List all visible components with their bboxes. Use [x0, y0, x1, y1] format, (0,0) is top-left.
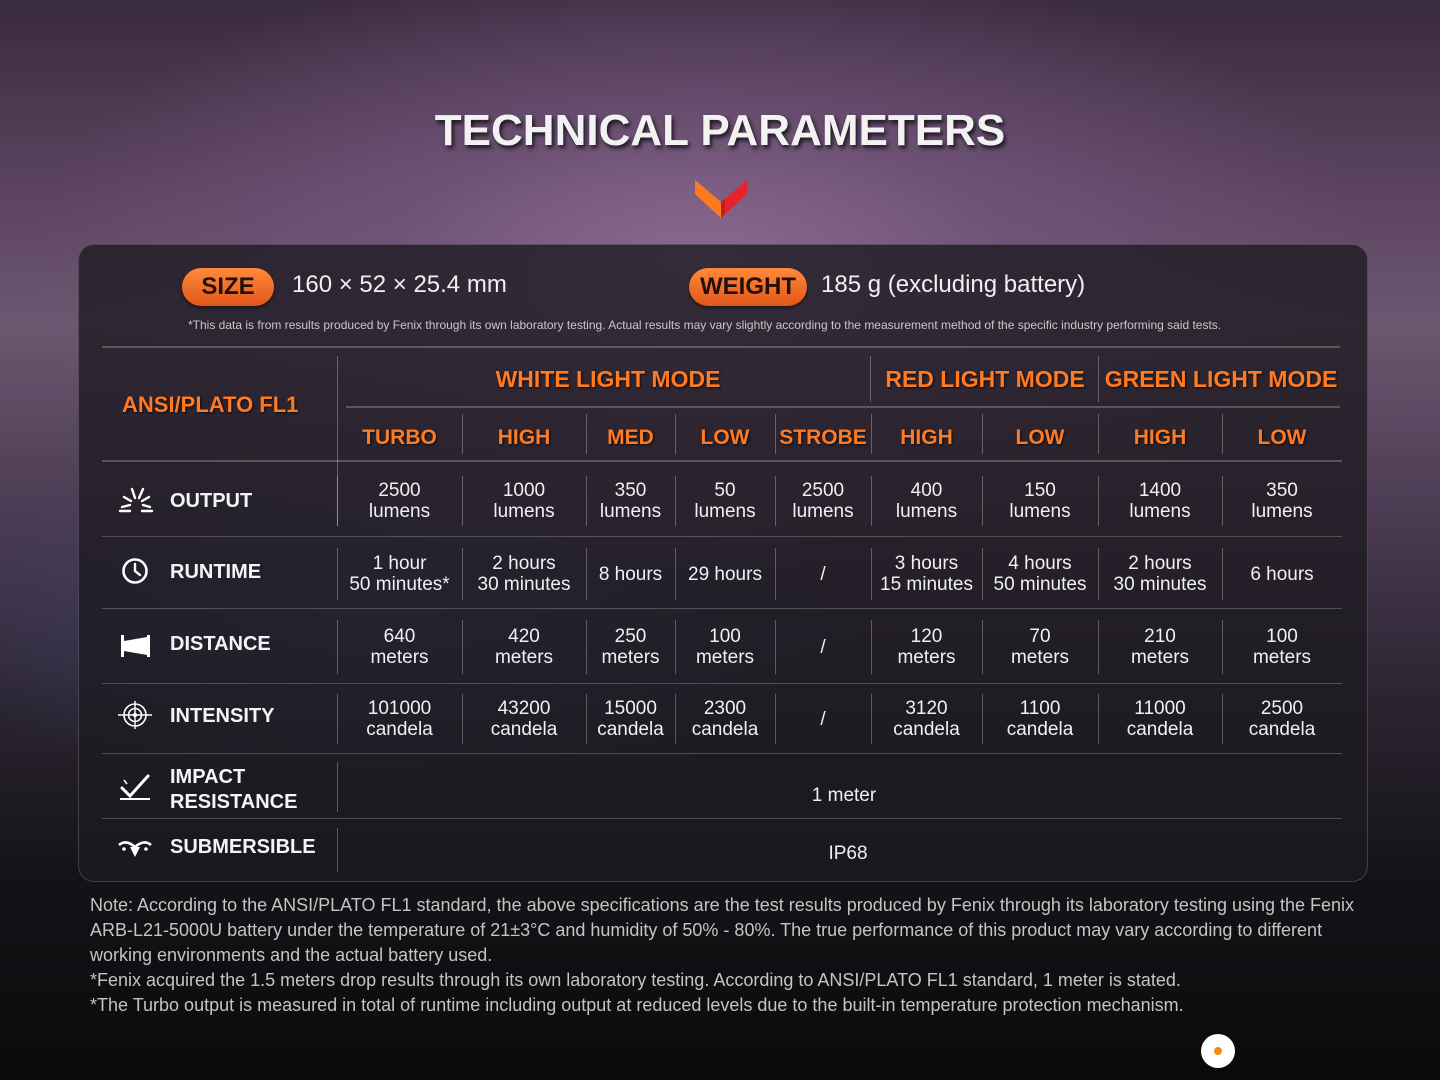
table-cell: 3 hours 15 minutes — [880, 553, 973, 595]
clock-icon — [122, 558, 148, 584]
table-cell: 29 hours — [688, 563, 762, 585]
table-cell: 50 lumens — [694, 480, 756, 522]
table-cell: 350 lumens — [1251, 480, 1313, 522]
divider — [102, 536, 1342, 537]
table-cell: 70 meters — [1010, 626, 1070, 668]
table-cell: 101000 candela — [366, 698, 433, 740]
table-cell: 2300 candela — [691, 698, 759, 740]
weight-value: 185 g (excluding battery) — [821, 271, 1086, 298]
submode-header: HIGH — [497, 426, 551, 449]
page-title: TECHNICAL PARAMETERS — [434, 106, 1006, 155]
submode-header: MED — [607, 426, 654, 449]
impact-value: 1 meter — [811, 784, 877, 806]
size-badge: SIZE — [182, 268, 274, 306]
note-turbo: *The Turbo output is measured in total o… — [90, 995, 1184, 1015]
table-cell: 2 hours 30 minutes — [477, 553, 571, 595]
mode-red: RED LIGHT MODE — [885, 366, 1085, 392]
table-cell: 4 hours 50 minutes — [993, 553, 1087, 595]
divider — [102, 753, 1342, 754]
table-cell: 420 meters — [494, 626, 554, 668]
row-label-impact: IMPACT RESISTANCE — [170, 766, 298, 813]
divider — [870, 356, 871, 402]
burst-icon — [118, 487, 154, 513]
submode-header: STROBE — [779, 426, 867, 449]
submersible-value: IP68 — [828, 842, 868, 864]
submode-header: LOW — [1015, 426, 1065, 449]
divider — [1098, 356, 1099, 402]
mode-white: WHITE LIGHT MODE — [495, 366, 721, 392]
submode-header: LOW — [1257, 426, 1307, 449]
table-cell: 150 lumens — [1009, 480, 1071, 522]
mode-green: GREEN LIGHT MODE — [1104, 366, 1338, 392]
table-cell: 1 hour 50 minutes* — [349, 553, 450, 595]
divider — [102, 683, 1342, 684]
table-cell: 43200 candela — [490, 698, 558, 740]
divider — [346, 406, 1340, 408]
table-cell: 2500 candela — [1248, 698, 1316, 740]
divider — [102, 346, 1340, 348]
scroll-top-button[interactable] — [1201, 1034, 1235, 1068]
divider — [102, 460, 1342, 462]
table-cell: 100 meters — [695, 626, 755, 668]
submode-header: LOW — [700, 426, 750, 449]
table-cell: 1400 lumens — [1129, 480, 1191, 522]
column-divider — [337, 762, 338, 812]
table-cell: 8 hours — [598, 563, 663, 585]
table-cell: 1100 candela — [1006, 698, 1074, 740]
row-label-submersible: SUBMERSIBLE — [170, 836, 316, 858]
row-label-intensity: INTENSITY — [170, 705, 275, 727]
table-cell: / — [820, 563, 826, 585]
disclaimer-text: *This data is from results produced by F… — [188, 318, 1222, 332]
table-cell: 210 meters — [1130, 626, 1190, 668]
table-cell: 2500 lumens — [792, 480, 854, 522]
table-cell: 15000 candela — [597, 698, 664, 740]
table-cell: 2500 lumens — [368, 480, 431, 522]
table-cell: 640 meters — [370, 626, 429, 668]
divider — [102, 818, 1342, 819]
table-cell: 100 meters — [1252, 626, 1312, 668]
table-cell: 1000 lumens — [493, 480, 555, 522]
impact-icon — [120, 774, 150, 800]
divider — [102, 608, 1342, 609]
note-main: Note: According to the ANSI/PLATO FL1 st… — [90, 895, 1355, 965]
note-drop: *Fenix acquired the 1.5 meters drop resu… — [90, 970, 1181, 990]
notes: Note: According to the ANSI/PLATO FL1 st… — [90, 893, 1370, 1018]
size-value: 160 × 52 × 25.4 mm — [292, 271, 507, 298]
standard-label: ANSI/PLATO FL1 — [122, 392, 299, 417]
table-cell: 2 hours 30 minutes — [1113, 553, 1207, 595]
row-label-distance: DISTANCE — [170, 633, 271, 655]
table-cell: 250 meters — [601, 626, 660, 668]
table-cell: 400 lumens — [895, 480, 958, 522]
row-label-runtime: RUNTIME — [170, 561, 262, 583]
table-cell: 3120 candela — [893, 698, 960, 740]
crosshair-icon — [118, 701, 152, 729]
table-cell: 6 hours — [1250, 563, 1314, 585]
table-cell: 120 meters — [897, 626, 956, 668]
submode-header: HIGH — [1133, 426, 1187, 449]
table-cell: / — [820, 708, 826, 730]
weight-badge: WEIGHT — [689, 268, 807, 306]
table-cell: 350 lumens — [599, 480, 662, 522]
submode-header: TURBO — [362, 426, 437, 449]
column-divider — [337, 828, 338, 872]
chevron-down-icon — [695, 180, 747, 218]
submode-header: HIGH — [900, 426, 953, 449]
submersible-icon — [118, 841, 152, 857]
beam-distance-icon — [121, 635, 150, 657]
table-cell: 11000 candela — [1126, 698, 1194, 740]
table-cell: / — [820, 636, 826, 658]
row-label-output: OUTPUT — [170, 490, 253, 512]
